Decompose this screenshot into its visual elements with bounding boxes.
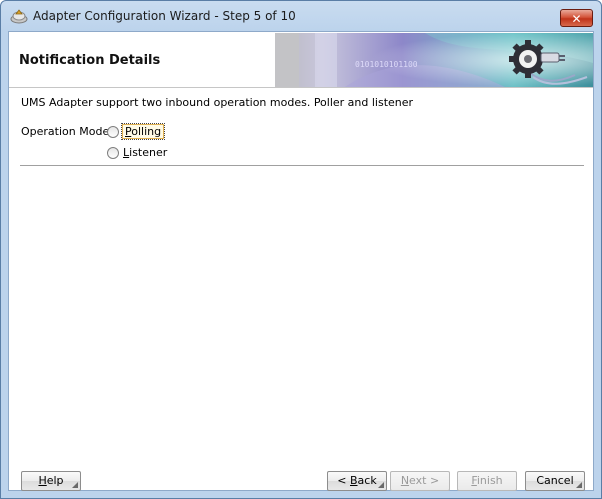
listener-label-rest: istener [129, 146, 168, 159]
content-separator [20, 165, 584, 167]
listener-radio-option[interactable]: Listener [107, 146, 168, 159]
help-label-rest: elp [46, 474, 64, 487]
operation-mode-label: Operation Mode: [21, 125, 113, 138]
banner-binary-text: 0101010101100 [355, 60, 418, 69]
finish-label-rest: inish [476, 474, 503, 487]
resize-corner-icon [576, 482, 582, 488]
listener-radio-button[interactable] [107, 146, 119, 159]
header-banner-image: 0101010101100 [275, 33, 593, 87]
title-bar[interactable]: Adapter Configuration Wizard - Step 5 of… [1, 1, 601, 31]
resize-corner-icon [72, 482, 78, 488]
cancel-label: Cancel [536, 474, 574, 487]
listener-radio-label[interactable]: Listener [122, 146, 168, 159]
help-mnemonic: H [38, 474, 47, 487]
back-mnemonic: B [350, 474, 358, 487]
wizard-header: Notification Details 0101010101100 [9, 32, 593, 88]
polling-radio-option[interactable]: Polling [107, 123, 166, 140]
back-button[interactable]: < Back [327, 471, 387, 491]
description-text: UMS Adapter support two inbound operatio… [21, 96, 414, 109]
polling-radio-button[interactable] [107, 125, 119, 138]
cancel-button[interactable]: Cancel [525, 471, 585, 491]
page-title: Notification Details [19, 53, 161, 68]
window-title: Adapter Configuration Wizard - Step 5 of… [33, 9, 296, 23]
wizard-window: Adapter Configuration Wizard - Step 5 of… [0, 0, 602, 499]
help-button[interactable]: Help [21, 471, 81, 491]
finish-button[interactable]: Finish [457, 471, 517, 491]
polling-label-rest: olling [131, 125, 162, 138]
next-mnemonic: N [400, 474, 410, 487]
close-icon: ✕ [571, 12, 582, 26]
polling-radio-label[interactable]: Polling [120, 123, 166, 140]
back-label-rest: ack [357, 474, 377, 487]
close-button[interactable]: ✕ [560, 9, 593, 27]
next-label-rest: ext > [409, 474, 440, 487]
next-button[interactable]: Next > [390, 471, 450, 491]
back-label-prefix: < [337, 474, 350, 487]
wizard-content-panel: Notification Details 0101010101100 UMS A… [8, 31, 594, 491]
adapter-wizard-icon [10, 9, 28, 24]
resize-corner-icon [378, 482, 384, 488]
